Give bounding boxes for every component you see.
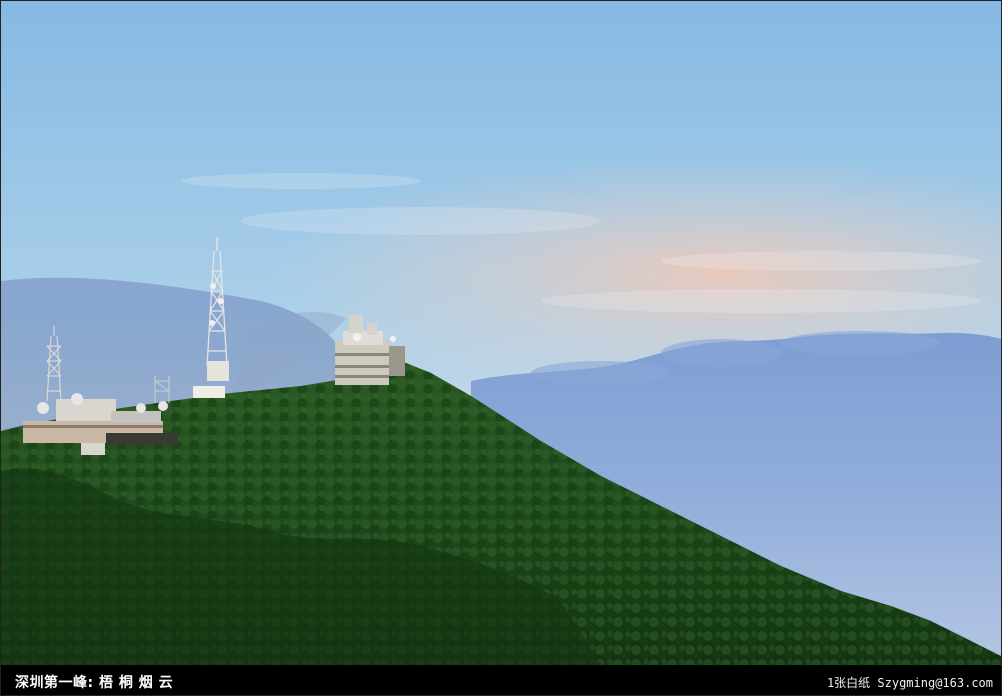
photographer-credit: 1张白纸 Szygming@163.com — [826, 676, 993, 690]
landscape-photo — [1, 1, 1001, 665]
photo-frame: 深圳第一峰: 梧 桐 烟 云 1张白纸 Szygming@163.com — [0, 0, 1002, 696]
caption-bar: 深圳第一峰: 梧 桐 烟 云 1张白纸 Szygming@163.com — [1, 665, 1001, 695]
photo-title: 深圳第一峰: 梧 桐 烟 云 — [15, 675, 174, 691]
